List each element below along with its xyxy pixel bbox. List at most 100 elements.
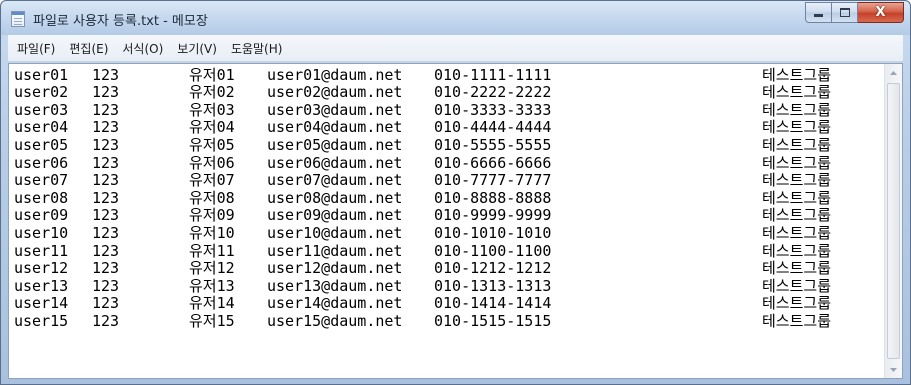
line-password: 123 — [92, 294, 120, 313]
line-group: 테스트그룹 — [762, 294, 832, 313]
line-user-name: 유저05 — [189, 135, 235, 154]
line-group: 테스트그룹 — [762, 188, 832, 207]
line-user-name: 유저01 — [189, 65, 235, 84]
title-bar[interactable]: 파일로 사용자 등록.txt - 메모장 X — [1, 1, 910, 35]
text-line[interactable]: user15 123 유저15 user15@daum.net 010-1515-151… — [14, 312, 885, 330]
text-content[interactable]: user01 123 유저01 user01@daum.net 010-1111-111… — [9, 64, 885, 378]
line-user-name: 유저06 — [189, 153, 235, 172]
line-password: 123 — [92, 259, 120, 278]
line-password: 123 — [92, 118, 120, 137]
line-group: 테스트그룹 — [762, 311, 832, 330]
text-line[interactable]: user08 123 유저08 user08@daum.net 010-8888-888… — [14, 189, 885, 207]
line-user-name: 유저07 — [189, 171, 235, 190]
line-user-id: user06 — [14, 153, 69, 172]
line-user-name: 유저02 — [189, 83, 235, 102]
line-group: 테스트그룹 — [762, 241, 832, 260]
text-line[interactable]: user14 123 유저14 user14@daum.net 010-1414-141… — [14, 295, 885, 313]
text-line[interactable]: user09 123 유저09 user09@daum.net 010-9999-999… — [14, 207, 885, 225]
line-password: 123 — [92, 206, 120, 225]
line-phone: 010-1515-1515 — [434, 311, 552, 330]
vertical-scrollbar[interactable] — [884, 64, 902, 378]
line-password: 123 — [92, 241, 120, 260]
line-user-id: user14 — [14, 294, 69, 313]
line-email: user09@daum.net — [267, 206, 403, 225]
line-email: user08@daum.net — [267, 188, 403, 207]
line-email: user03@daum.net — [267, 100, 403, 119]
line-user-name: 유저03 — [189, 100, 235, 119]
notepad-app-icon[interactable] — [11, 11, 25, 27]
scroll-up-button[interactable] — [885, 64, 902, 81]
text-editor[interactable]: user01 123 유저01 user01@daum.net 010-1111-111… — [8, 63, 903, 379]
line-group: 테스트그룹 — [762, 276, 832, 295]
text-line[interactable]: user13 123 유저13 user13@daum.net 010-1313-131… — [14, 277, 885, 295]
maximize-icon — [839, 8, 850, 17]
line-user-id: user05 — [14, 135, 69, 154]
text-line[interactable]: user01 123 유저01 user01@daum.net 010-1111-111… — [14, 66, 885, 84]
menu-file[interactable]: 파일(F) — [12, 40, 64, 57]
line-user-id: user01 — [14, 65, 69, 84]
line-group: 테스트그룹 — [762, 223, 832, 242]
line-group: 테스트그룹 — [762, 171, 832, 190]
text-line[interactable]: user11 123 유저11 user11@daum.net 010-1100-110… — [14, 242, 885, 260]
line-user-name: 유저13 — [189, 276, 235, 295]
close-button[interactable]: X — [858, 2, 904, 23]
line-user-name: 유저10 — [189, 223, 235, 242]
line-user-id: user13 — [14, 276, 69, 295]
line-email: user05@daum.net — [267, 135, 403, 154]
line-phone: 010-7777-7777 — [434, 171, 552, 190]
menu-edit[interactable]: 편집(E) — [64, 40, 117, 57]
text-line[interactable]: user10 123 유저10 user10@daum.net 010-1010-101… — [14, 224, 885, 242]
line-phone: 010-1100-1100 — [434, 241, 552, 260]
menu-help[interactable]: 도움말(H) — [226, 40, 292, 57]
line-phone: 010-1414-1414 — [434, 294, 552, 313]
line-password: 123 — [92, 100, 120, 119]
line-password: 123 — [92, 188, 120, 207]
line-phone: 010-6666-6666 — [434, 153, 552, 172]
text-line[interactable]: user05 123 유저05 user05@daum.net 010-5555-555… — [14, 136, 885, 154]
line-user-id: user07 — [14, 171, 69, 190]
line-group: 테스트그룹 — [762, 100, 832, 119]
line-email: user10@daum.net — [267, 223, 403, 242]
line-group: 테스트그룹 — [762, 153, 832, 172]
line-phone: 010-2222-2222 — [434, 83, 552, 102]
menu-view[interactable]: 보기(V) — [172, 40, 226, 57]
text-line[interactable]: user12 123 유저12 user12@daum.net 010-1212-121… — [14, 260, 885, 278]
line-group: 테스트그룹 — [762, 206, 832, 225]
line-phone: 010-1111-1111 — [434, 65, 552, 84]
text-line[interactable]: user03 123 유저03 user03@daum.net 010-3333-333… — [14, 101, 885, 119]
line-user-name: 유저08 — [189, 188, 235, 207]
line-email: user04@daum.net — [267, 118, 403, 137]
text-line[interactable]: user02 123 유저02 user02@daum.net 010-2222-222… — [14, 84, 885, 102]
line-phone: 010-8888-8888 — [434, 188, 552, 207]
line-email: user06@daum.net — [267, 153, 403, 172]
text-line[interactable]: user04 123 유저04 user04@daum.net 010-4444-444… — [14, 119, 885, 137]
text-line[interactable]: user06 123 유저06 user06@daum.net 010-6666-666… — [14, 154, 885, 172]
line-group: 테스트그룹 — [762, 65, 832, 84]
line-phone: 010-3333-3333 — [434, 100, 552, 119]
line-phone: 010-1313-1313 — [434, 276, 552, 295]
line-user-id: user10 — [14, 223, 69, 242]
minimize-icon — [814, 14, 823, 17]
scroll-down-arrow-icon — [890, 367, 897, 372]
line-password: 123 — [92, 65, 120, 84]
line-user-name: 유저09 — [189, 206, 235, 225]
line-user-name: 유저15 — [189, 311, 235, 330]
scroll-down-button[interactable] — [885, 361, 902, 378]
line-email: user11@daum.net — [267, 241, 403, 260]
line-phone: 010-5555-5555 — [434, 135, 552, 154]
line-password: 123 — [92, 223, 120, 242]
scroll-thumb[interactable] — [887, 83, 900, 359]
text-line[interactable]: user07 123 유저07 user07@daum.net 010-7777-777… — [14, 172, 885, 190]
minimize-button[interactable] — [805, 2, 832, 23]
line-password: 123 — [92, 311, 120, 330]
line-password: 123 — [92, 135, 120, 154]
line-group: 테스트그룹 — [762, 135, 832, 154]
line-user-id: user08 — [14, 188, 69, 207]
notepad-window: 파일로 사용자 등록.txt - 메모장 X 파일(F) 편집(E) 서식(O)… — [0, 0, 911, 385]
maximize-button[interactable] — [832, 2, 858, 23]
menu-format[interactable]: 서식(O) — [117, 40, 172, 57]
line-phone: 010-1010-1010 — [434, 223, 552, 242]
window-title: 파일로 사용자 등록.txt - 메모장 — [33, 14, 208, 29]
line-password: 123 — [92, 171, 120, 190]
line-user-id: user09 — [14, 206, 69, 225]
